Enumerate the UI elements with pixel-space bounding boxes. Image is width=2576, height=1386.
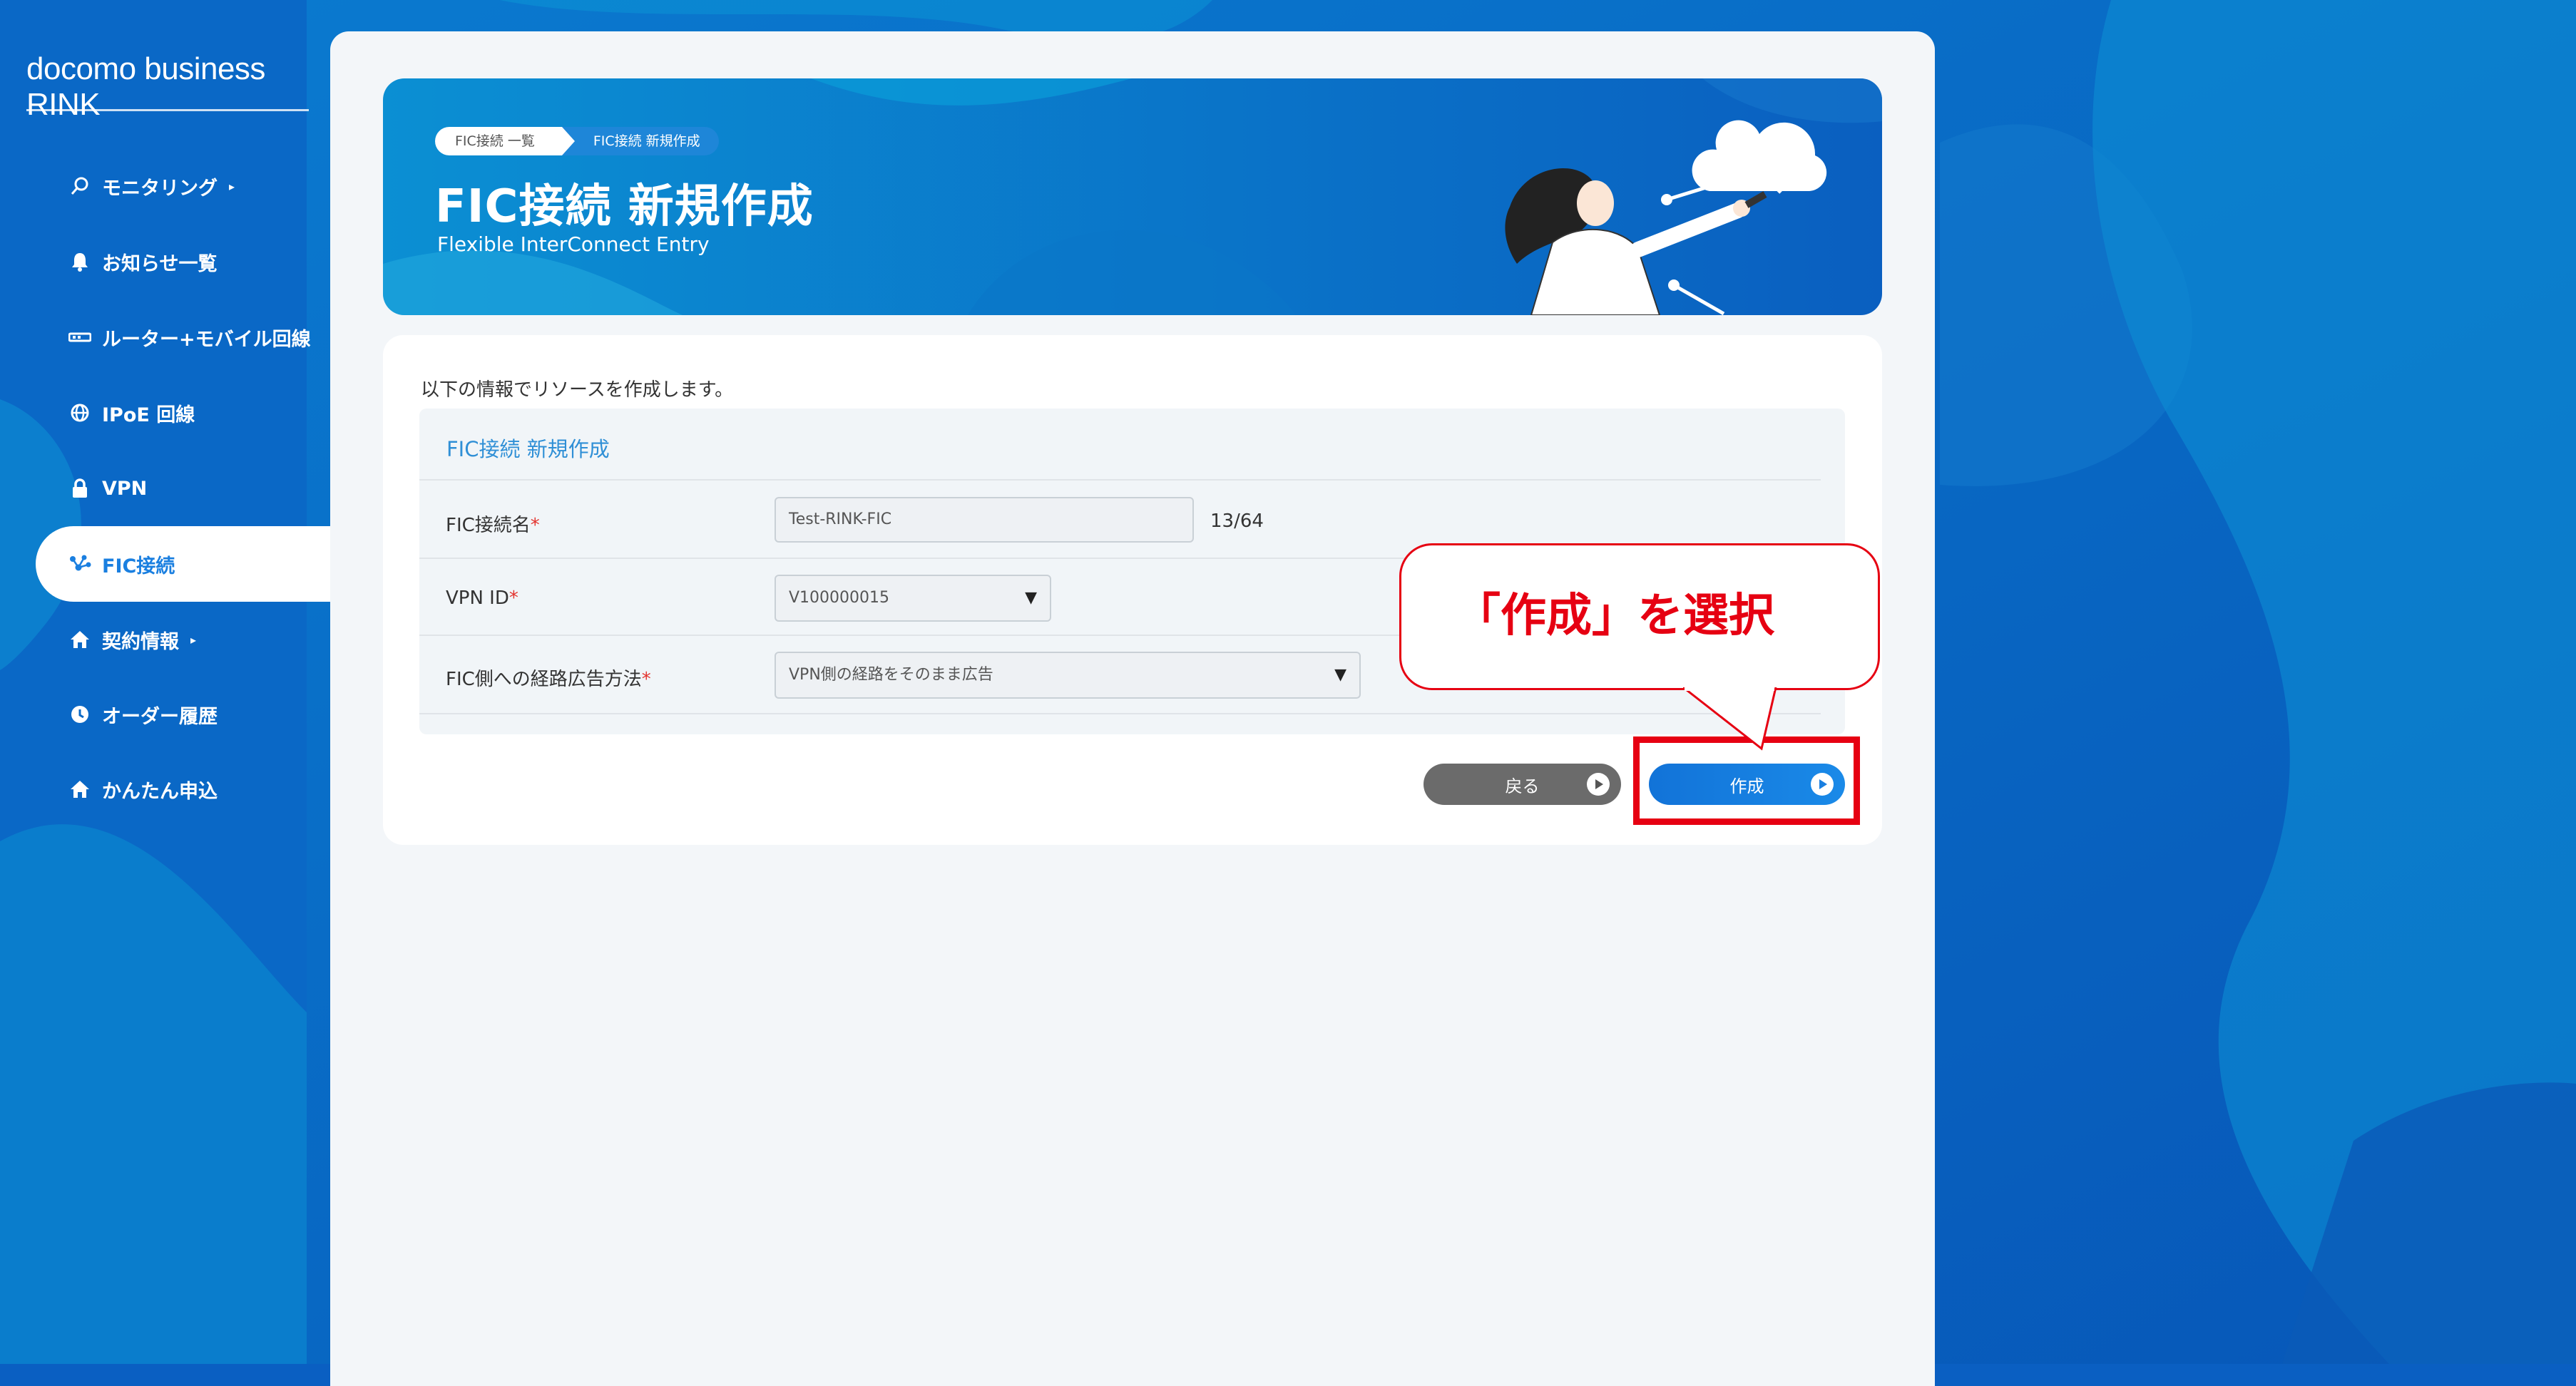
router-icon (68, 325, 92, 349)
sidebar-item-label: FIC接続 (102, 555, 175, 578)
network-icon (68, 552, 92, 576)
clock-icon (68, 702, 92, 727)
char-count: 13/64 (1210, 510, 1264, 532)
page-title: FIC接続 新規作成 (435, 180, 814, 233)
dropdown-arrow-icon: ▼ (1025, 589, 1037, 607)
home-icon (68, 627, 92, 652)
advertise-method-select[interactable]: VPN側の経路をそのまま広告 ▼ (775, 652, 1361, 699)
sidebar-item-label: ルーター+モバイル回線 (102, 328, 311, 351)
page-subtitle: Flexible InterConnect Entry (437, 232, 710, 256)
sidebar-item-contract[interactable]: 契約情報 ▸ (68, 618, 196, 661)
divider (419, 713, 1821, 714)
divider (419, 479, 1821, 481)
sidebar-item-label: オーダー履歴 (102, 705, 218, 728)
sidebar-item-monitoring[interactable]: モニタリング ▸ (68, 165, 235, 207)
brand-logo: docomo business RINK (26, 51, 265, 122)
required-mark: * (508, 587, 518, 609)
required-mark: * (530, 515, 540, 536)
sidebar-item-order-history[interactable]: オーダー履歴 (68, 693, 218, 736)
breadcrumb: FIC接続 一覧 FIC接続 新規作成 (435, 127, 719, 155)
bell-icon (68, 250, 92, 274)
breadcrumb-fic-list[interactable]: FIC接続 一覧 (435, 127, 575, 155)
caret-right-icon: ▸ (190, 632, 197, 647)
globe-icon (68, 401, 92, 425)
advertise-method-value: VPN側の経路をそのまま広告 (789, 666, 993, 684)
back-button[interactable]: 戻る (1424, 764, 1621, 805)
required-mark: * (641, 669, 651, 690)
callout-tail (1683, 687, 1777, 751)
monitoring-icon (68, 174, 92, 198)
fic-name-input[interactable]: Test-RINK-FIC (775, 497, 1194, 543)
sidebar-item-label: かんたん申込 (102, 780, 218, 803)
sidebar-item-fic[interactable]: FIC接続 (68, 543, 175, 585)
sidebar-item-label: VPN (102, 477, 148, 500)
sidebar-item-label: 契約情報 (102, 630, 179, 653)
sidebar-item-vpn[interactable]: VPN (68, 467, 147, 510)
sidebar-item-notices[interactable]: お知らせ一覧 (68, 240, 217, 283)
caret-right-icon: ▸ (229, 179, 235, 193)
sidebar-item-label: IPoE 回線 (102, 404, 195, 426)
brand-divider (26, 109, 309, 111)
breadcrumb-current: FIC接続 新規作成 (561, 127, 719, 155)
sidebar-item-ipoe[interactable]: IPoE 回線 (68, 391, 195, 434)
form-title: FIC接続 新規作成 (446, 437, 610, 461)
advertise-method-label: FIC側への経路広告方法* (446, 669, 651, 690)
intro-text: 以下の情報でリソースを作成します。 (421, 379, 734, 401)
fic-name-label: FIC接続名* (446, 515, 540, 536)
home-icon (68, 777, 92, 801)
vpn-id-label: VPN ID* (446, 587, 518, 609)
lock-icon (68, 476, 92, 500)
play-circle-icon (1587, 773, 1610, 796)
sidebar-item-label: モニタリング (102, 177, 218, 200)
vpn-id-select[interactable]: V100000015 ▼ (775, 575, 1051, 622)
callout-text: 「作成」を選択 (1455, 590, 1774, 642)
sidebar-item-router[interactable]: ルーター+モバイル回線 (68, 316, 311, 359)
sidebar-item-label: お知らせ一覧 (102, 252, 218, 275)
dropdown-arrow-icon: ▼ (1334, 666, 1346, 684)
sidebar-item-easy-apply[interactable]: かんたん申込 (68, 768, 218, 811)
back-button-label: 戻る (1505, 776, 1540, 796)
vpn-id-value: V100000015 (789, 589, 890, 607)
